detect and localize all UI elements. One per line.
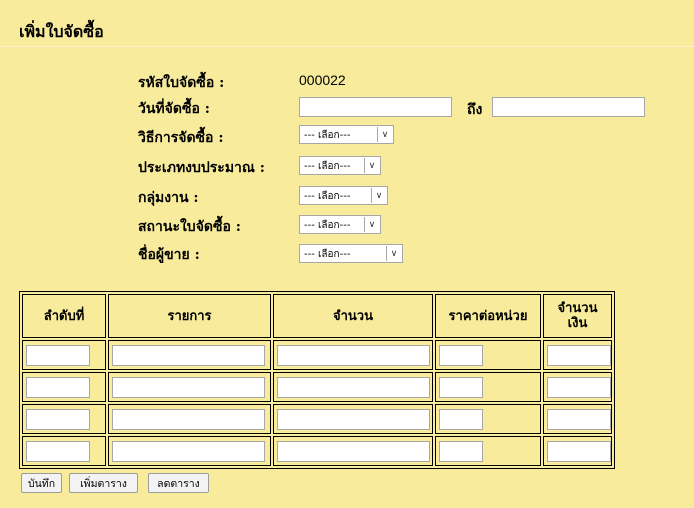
table-row: [22, 372, 612, 402]
col-header-item: รายการ: [108, 294, 271, 338]
item-input[interactable]: [112, 440, 265, 462]
method-label: วิธีการจัดซื้อ :: [138, 130, 224, 146]
qty-input[interactable]: [277, 376, 430, 398]
table-row: [22, 340, 612, 370]
status-select-value: --- เลือก---: [304, 220, 351, 231]
col-header-unit-price: ราคาต่อหน่วย: [435, 294, 541, 338]
item-input[interactable]: [112, 376, 265, 398]
budget-type-label: ประเภทงบประมาณ :: [138, 160, 265, 176]
table-cell: [22, 404, 106, 434]
amount-input[interactable]: [547, 408, 611, 430]
work-group-select[interactable]: --- เลือก--- ∨: [299, 186, 388, 205]
chevron-down-icon: ∨: [386, 246, 401, 261]
table-cell: [22, 436, 106, 466]
date-to-label: ถึง: [467, 102, 483, 118]
seq-input[interactable]: [26, 408, 90, 430]
qty-input[interactable]: [277, 344, 430, 366]
vendor-select-value: --- เลือก---: [304, 249, 351, 260]
amount-input[interactable]: [547, 376, 611, 398]
table-cell: [273, 404, 433, 434]
budget-type-select[interactable]: --- เลือก--- ∨: [299, 156, 381, 175]
date-from-input[interactable]: [299, 97, 452, 117]
unit-price-input[interactable]: [439, 408, 483, 430]
table-cell: [435, 404, 541, 434]
table-cell: [273, 340, 433, 370]
table-cell: [273, 436, 433, 466]
vendor-label: ชื่อผู้ขาย :: [138, 247, 200, 263]
table-cell: [543, 372, 612, 402]
date-label: วันที่จัดซื้อ :: [138, 101, 210, 117]
budget-type-select-value: --- เลือก---: [304, 161, 351, 172]
vendor-select[interactable]: --- เลือก--- ∨: [299, 244, 403, 263]
table-cell: [108, 372, 271, 402]
chevron-down-icon: ∨: [364, 158, 379, 173]
unit-price-input[interactable]: [439, 376, 483, 398]
unit-price-input[interactable]: [439, 344, 483, 366]
table-cell: [543, 340, 612, 370]
table-row: [22, 404, 612, 434]
amount-input[interactable]: [547, 440, 611, 462]
status-label: สถานะใบจัดซื้อ :: [138, 219, 241, 235]
chevron-down-icon: ∨: [377, 127, 392, 142]
col-header-amount: จำนวน เงิน: [543, 294, 612, 338]
table-cell: [108, 404, 271, 434]
table-cell: [543, 404, 612, 434]
table-cell: [435, 436, 541, 466]
qty-input[interactable]: [277, 408, 430, 430]
table-cell: [435, 340, 541, 370]
seq-input[interactable]: [26, 440, 90, 462]
method-select[interactable]: --- เลือก--- ∨: [299, 125, 394, 144]
table-cell: [435, 372, 541, 402]
po-number-label: รหัสใบจัดซื้อ :: [138, 75, 225, 91]
status-select[interactable]: --- เลือก--- ∨: [299, 215, 381, 234]
table-cell: [22, 372, 106, 402]
unit-price-input[interactable]: [439, 440, 483, 462]
table-cell: [22, 340, 106, 370]
date-to-input[interactable]: [492, 97, 645, 117]
seq-input[interactable]: [26, 344, 90, 366]
chevron-down-icon: ∨: [364, 217, 379, 232]
table-cell: [273, 372, 433, 402]
amount-input[interactable]: [547, 344, 611, 366]
po-number-value: 000022: [299, 72, 346, 88]
table-cell: [108, 340, 271, 370]
work-group-label: กลุ่มงาน :: [138, 190, 199, 206]
table-header-row: ลำดับที่ รายการ จำนวน ราคาต่อหน่วย จำนวน…: [22, 294, 612, 338]
seq-input[interactable]: [26, 376, 90, 398]
item-input[interactable]: [112, 408, 265, 430]
table-cell: [108, 436, 271, 466]
remove-row-button[interactable]: ลดตาราง: [148, 473, 209, 493]
table-row: [22, 436, 612, 466]
chevron-down-icon: ∨: [371, 188, 386, 203]
table-cell: [543, 436, 612, 466]
work-group-select-value: --- เลือก---: [304, 191, 351, 202]
save-button[interactable]: บันทึก: [21, 473, 62, 493]
col-header-qty: จำนวน: [273, 294, 433, 338]
method-select-value: --- เลือก---: [304, 130, 351, 141]
item-input[interactable]: [112, 344, 265, 366]
items-table: ลำดับที่ รายการ จำนวน ราคาต่อหน่วย จำนวน…: [19, 291, 615, 469]
col-header-seq: ลำดับที่: [22, 294, 106, 338]
add-row-button[interactable]: เพิ่มตาราง: [69, 473, 138, 493]
page-title: เพิ่มใบจัดซื้อ: [19, 22, 104, 41]
qty-input[interactable]: [277, 440, 430, 462]
title-divider: [0, 46, 694, 47]
